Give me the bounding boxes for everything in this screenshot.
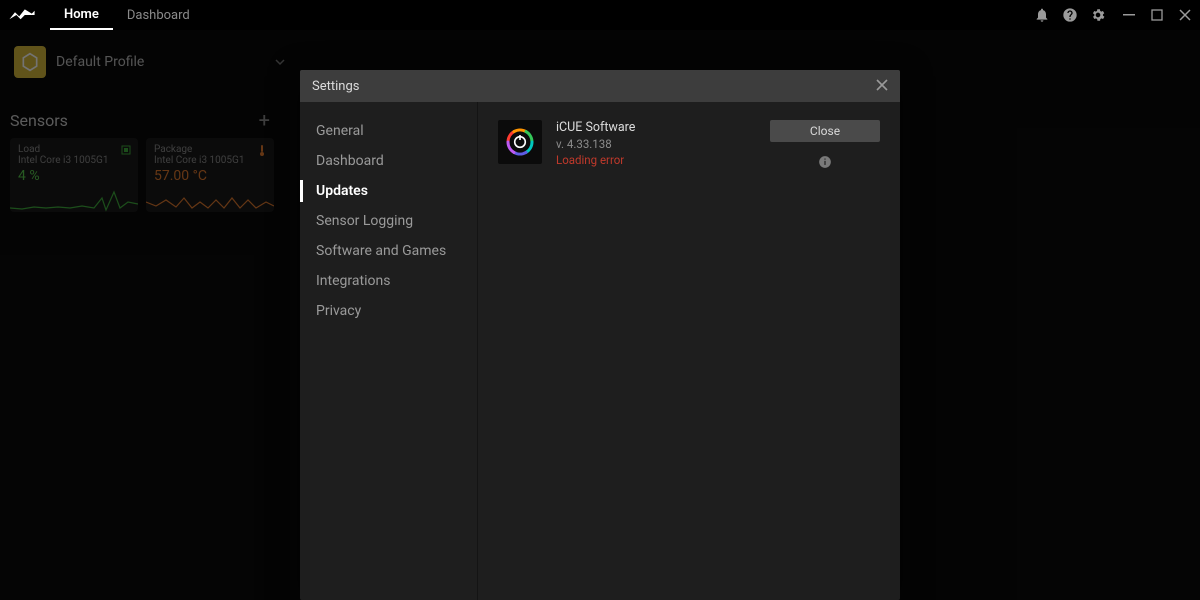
software-update-row: iCUE Software v. 4.33.138 Loading error … xyxy=(498,120,880,173)
nav-tab-dashboard-label: Dashboard xyxy=(127,8,190,23)
main-nav: Home Dashboard xyxy=(50,0,204,30)
nav-tab-home[interactable]: Home xyxy=(50,0,113,30)
settings-modal: Settings General Dashboard Updates Senso… xyxy=(300,70,900,600)
settings-nav-privacy[interactable]: Privacy xyxy=(300,296,477,326)
update-close-label: Close xyxy=(810,124,840,138)
corsair-logo-icon xyxy=(8,5,36,25)
software-meta: iCUE Software v. 4.33.138 Loading error xyxy=(556,120,635,167)
settings-modal-title: Settings xyxy=(312,79,359,94)
settings-nav-label: Updates xyxy=(316,183,368,199)
settings-nav-label: Software and Games xyxy=(316,243,446,259)
settings-nav-label: Sensor Logging xyxy=(316,213,413,229)
settings-content: iCUE Software v. 4.33.138 Loading error … xyxy=(478,102,900,600)
titlebar: Home Dashboard xyxy=(0,0,1200,30)
window-close-button[interactable] xyxy=(1178,8,1192,22)
settings-nav: General Dashboard Updates Sensor Logging… xyxy=(300,102,478,600)
settings-modal-body: General Dashboard Updates Sensor Logging… xyxy=(300,102,900,600)
app-root: Home Dashboard xyxy=(0,0,1200,600)
notifications-icon[interactable] xyxy=(1034,7,1050,23)
window-controls xyxy=(1122,8,1192,22)
settings-nav-integrations[interactable]: Integrations xyxy=(300,266,477,296)
settings-modal-header: Settings xyxy=(300,70,900,102)
info-icon[interactable] xyxy=(818,154,832,173)
settings-nav-label: General xyxy=(316,123,364,139)
settings-modal-close-icon[interactable] xyxy=(876,78,888,94)
help-icon[interactable] xyxy=(1062,7,1078,23)
update-close-button[interactable]: Close xyxy=(770,120,880,142)
settings-icon[interactable] xyxy=(1090,7,1106,23)
window-minimize-button[interactable] xyxy=(1122,8,1136,22)
nav-tab-home-label: Home xyxy=(64,7,99,22)
software-version: v. 4.33.138 xyxy=(556,137,635,151)
titlebar-actions xyxy=(1034,7,1106,23)
settings-nav-software-games[interactable]: Software and Games xyxy=(300,236,477,266)
settings-nav-label: Privacy xyxy=(316,303,361,319)
settings-nav-general[interactable]: General xyxy=(300,116,477,146)
nav-tab-dashboard[interactable]: Dashboard xyxy=(113,0,204,30)
settings-nav-sensor-logging[interactable]: Sensor Logging xyxy=(300,206,477,236)
settings-nav-label: Dashboard xyxy=(316,153,384,169)
software-name: iCUE Software xyxy=(556,120,635,135)
icue-logo-icon xyxy=(498,120,542,164)
software-status: Loading error xyxy=(556,153,635,167)
settings-nav-updates[interactable]: Updates xyxy=(300,176,477,206)
settings-nav-dashboard[interactable]: Dashboard xyxy=(300,146,477,176)
update-actions: Close xyxy=(770,120,880,173)
window-maximize-button[interactable] xyxy=(1150,8,1164,22)
settings-nav-label: Integrations xyxy=(316,273,390,289)
